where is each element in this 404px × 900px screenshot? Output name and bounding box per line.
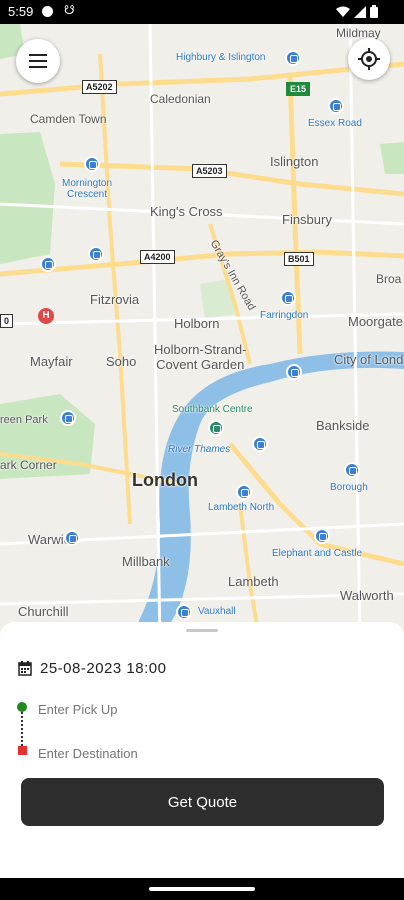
station-icon[interactable]: [236, 484, 252, 500]
station-icon[interactable]: [84, 156, 100, 172]
station-icon[interactable]: [314, 528, 330, 544]
pickup-dot-icon: [17, 702, 27, 712]
road-major: [0, 249, 404, 277]
usb-icon: ☋: [64, 3, 75, 17]
station-icon[interactable]: [88, 246, 104, 262]
map-label: Camden Town: [30, 112, 107, 126]
map-label: Churchill: [18, 604, 69, 619]
road-badge: A5202: [82, 80, 117, 94]
circle-notification-icon: [42, 6, 53, 17]
station-icon[interactable]: [286, 364, 302, 380]
park-east: [380, 142, 404, 174]
road-badge: 0: [0, 314, 14, 328]
road-major: [0, 61, 404, 97]
crosshair-icon: [358, 48, 380, 70]
battery-icon: [370, 5, 378, 18]
route-connector: [21, 712, 23, 746]
destination-input[interactable]: [38, 742, 378, 764]
regents-park: [0, 132, 55, 264]
calendar-icon: [18, 661, 32, 676]
station-icon[interactable]: [285, 50, 301, 66]
my-location-button[interactable]: [348, 38, 390, 80]
map-label: Mornington Crescent: [62, 178, 113, 200]
map-label: Borough: [330, 482, 368, 493]
station-icon[interactable]: [40, 256, 56, 272]
get-quote-button[interactable]: Get Quote: [21, 778, 384, 826]
map-label: Moorgate: [348, 314, 403, 329]
wifi-icon: [336, 6, 350, 17]
road-badge: E15: [286, 82, 311, 96]
map-label: Lambeth: [228, 574, 279, 589]
map-label: Lambeth North: [208, 502, 275, 513]
map-label: River Thames: [168, 444, 231, 455]
map-label: King's Cross: [150, 204, 223, 219]
map-label: Highbury & Islington: [176, 52, 266, 63]
road-badge: A5203: [192, 164, 227, 178]
road-minor: [148, 24, 162, 644]
status-time: 5:59: [8, 4, 34, 19]
pickup-input[interactable]: [38, 698, 378, 720]
map-label: Essex Road: [308, 118, 362, 129]
menu-button[interactable]: [16, 39, 60, 83]
destination-square-icon: [18, 746, 27, 755]
road-badge: A4200: [140, 250, 175, 264]
map-label: Millbank: [122, 554, 170, 569]
station-icon[interactable]: [64, 530, 80, 546]
map-label: Holborn-Strand- Covent Garden: [154, 342, 247, 372]
map-label: reen Park: [0, 414, 48, 426]
system-nav-bar: [0, 878, 404, 900]
map-view[interactable]: Mildmay Highbury & Islington Caledonian …: [0, 24, 404, 644]
status-icons: [336, 5, 378, 18]
map-label: City of Lond: [334, 352, 404, 367]
status-bar: 5:59 ☋: [0, 0, 404, 24]
landmark-icon[interactable]: [208, 420, 224, 436]
map-label: Southbank Centre: [172, 404, 253, 415]
station-icon[interactable]: [252, 436, 268, 452]
map-label: Vauxhall: [198, 606, 236, 617]
datetime-row[interactable]: 25-08-2023 18:00: [18, 660, 166, 677]
map-label: Mayfair: [30, 354, 73, 369]
map-label: Elephant and Castle: [272, 548, 363, 559]
map-label: ark Corner: [0, 458, 57, 472]
map-label: Farringdon: [260, 310, 309, 321]
datetime-value: 25-08-2023 18:00: [40, 660, 167, 677]
map-label: London: [132, 470, 198, 490]
station-icon[interactable]: [344, 462, 360, 478]
sheet-drag-handle[interactable]: [186, 629, 218, 632]
hospital-icon[interactable]: H: [38, 308, 54, 324]
home-gesture-pill[interactable]: [149, 887, 255, 891]
map-label: Islington: [270, 154, 319, 169]
hamburger-icon: [29, 54, 47, 68]
map-label: Fitzrovia: [90, 292, 140, 307]
map-label: Finsbury: [282, 212, 332, 227]
map-label: Holborn: [174, 316, 220, 331]
cell-signal-icon: [354, 5, 366, 18]
road-badge: B501: [284, 252, 314, 266]
map-label: Caledonian: [150, 92, 211, 106]
map-label: Soho: [106, 354, 137, 369]
station-icon[interactable]: [280, 290, 296, 306]
map-label: Broa: [376, 272, 402, 286]
map-label: Walworth: [340, 588, 394, 603]
station-icon[interactable]: [328, 98, 344, 114]
booking-sheet: 25-08-2023 18:00 Get Quote: [0, 622, 404, 878]
station-icon[interactable]: [60, 410, 76, 426]
map-label: Bankside: [316, 418, 370, 433]
station-icon[interactable]: [176, 604, 192, 620]
